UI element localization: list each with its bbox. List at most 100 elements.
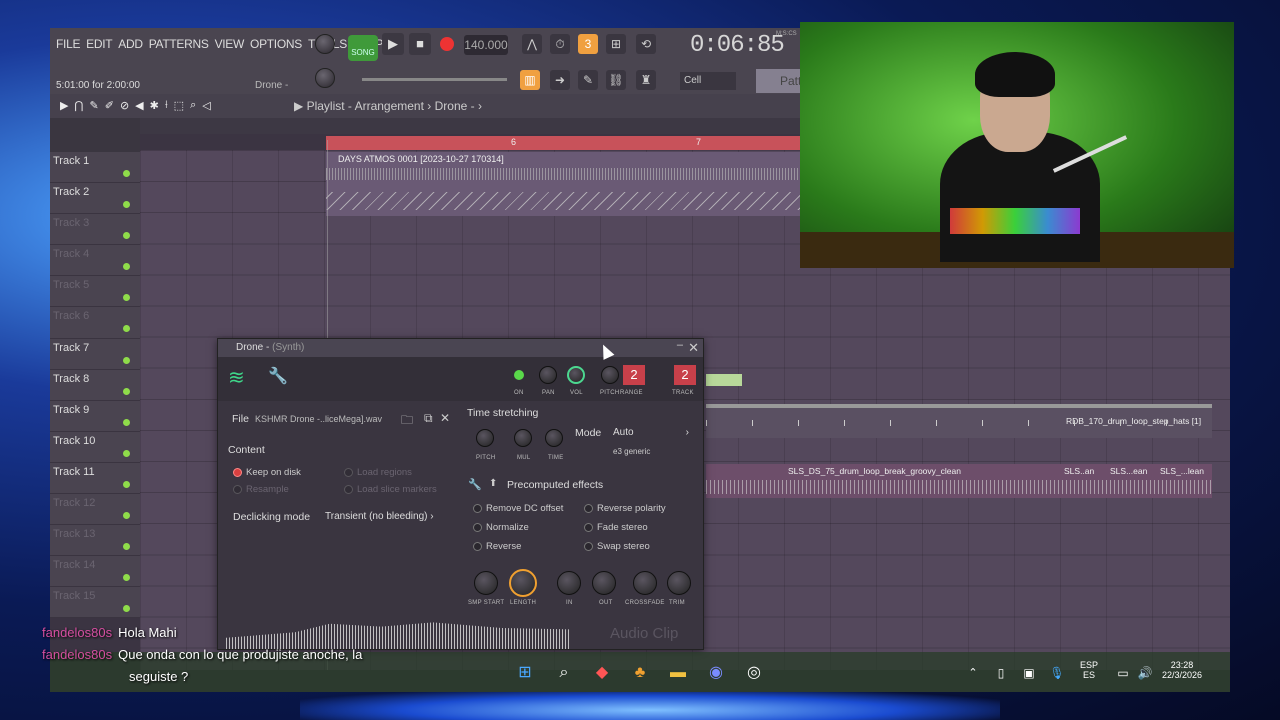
- ts-time-knob[interactable]: [545, 429, 563, 447]
- track-led-icon[interactable]: [123, 263, 130, 271]
- keep-on-disk-radio[interactable]: [233, 468, 242, 477]
- track-led-icon[interactable]: [123, 512, 130, 520]
- brush-icon[interactable]: ✎: [578, 70, 598, 90]
- metronome-icon[interactable]: ⋀: [522, 34, 542, 54]
- arrow-icon[interactable]: ➜: [550, 70, 570, 90]
- normalize-radio[interactable]: [473, 523, 482, 532]
- tempo-display[interactable]: 140.000: [464, 35, 508, 55]
- channel-settings-window[interactable]: Drone - (Synth) – ✕ ≋ 🔧 2 2 ON PAN VOL P…: [217, 338, 704, 650]
- slice-icon[interactable]: ⟊: [165, 99, 168, 112]
- volume-knob[interactable]: [567, 366, 585, 384]
- track-header[interactable]: Track 5: [50, 276, 140, 308]
- menu-patterns[interactable]: PATTERNS: [149, 37, 209, 51]
- audio-clip-days-atmos[interactable]: DAYS ATMOS 0001 [2023-10-27 170314]: [326, 152, 810, 216]
- length-knob[interactable]: [509, 569, 537, 597]
- snap-select[interactable]: Cell: [680, 72, 736, 90]
- load-slice-radio[interactable]: [344, 485, 353, 494]
- declicking-select[interactable]: Transient (no bleeding) ›: [325, 511, 434, 522]
- menu-edit[interactable]: EDIT: [86, 37, 112, 51]
- range-value[interactable]: 2: [623, 365, 645, 385]
- track-led-icon[interactable]: [123, 325, 130, 333]
- folder-icon[interactable]: 🗀: [401, 411, 413, 432]
- wrench-fx-icon[interactable]: 🔧: [468, 478, 482, 491]
- paint-icon[interactable]: ✐: [105, 99, 114, 112]
- play-button[interactable]: ▶: [382, 33, 404, 55]
- audio-clip-hats[interactable]: RDB_170_drum_loop_step_hats [1]: [706, 408, 1212, 438]
- lock-icon[interactable]: ⬆: [489, 478, 497, 489]
- mic-icon[interactable]: 🎙: [1046, 662, 1068, 684]
- reverse-radio[interactable]: [473, 542, 482, 551]
- minimize-icon[interactable]: –: [677, 339, 683, 351]
- wrench-icon[interactable]: 🔧: [268, 366, 288, 386]
- track-led-icon[interactable]: [123, 543, 130, 551]
- detach-icon[interactable]: ⧉: [424, 411, 433, 426]
- obs-icon[interactable]: ◎: [743, 662, 765, 684]
- track-led-icon[interactable]: [123, 418, 130, 426]
- track-header[interactable]: Track 6: [50, 307, 140, 339]
- channel-on-button[interactable]: [514, 370, 524, 380]
- track-header[interactable]: Track 1: [50, 152, 140, 184]
- in-knob[interactable]: [557, 571, 581, 595]
- plugin-icon[interactable]: ♜: [636, 70, 656, 90]
- track-header[interactable]: Track 4: [50, 245, 140, 277]
- usb-icon[interactable]: ▯: [990, 662, 1012, 684]
- out-knob[interactable]: [592, 571, 616, 595]
- delete-icon[interactable]: ⊘: [120, 99, 129, 112]
- track-header[interactable]: Track 13: [50, 525, 140, 557]
- time-display[interactable]: 0:06:85: [690, 32, 785, 59]
- swap-stereo-radio[interactable]: [584, 542, 593, 551]
- stop-button[interactable]: ■: [409, 33, 431, 55]
- master-pitch-slider[interactable]: [362, 78, 507, 81]
- discord-icon[interactable]: ◉: [705, 662, 727, 684]
- step-edit-icon[interactable]: ⊞: [606, 34, 626, 54]
- track-header[interactable]: Track 11: [50, 462, 140, 495]
- resample-radio[interactable]: [233, 485, 242, 494]
- file-explorer-icon[interactable]: ▬: [667, 662, 689, 684]
- smp-start-knob[interactable]: [474, 571, 498, 595]
- master-volume-knob[interactable]: [315, 34, 335, 54]
- tray-chevron-icon[interactable]: ⌃: [962, 662, 984, 684]
- track-led-icon[interactable]: [123, 232, 130, 240]
- song-mode-button[interactable]: SONG: [348, 35, 378, 61]
- network-app-icon[interactable]: ▣: [1018, 662, 1040, 684]
- waveform-icon[interactable]: ≋: [228, 365, 245, 390]
- remove-dc-radio[interactable]: [473, 504, 482, 513]
- menu-file[interactable]: FILE: [56, 37, 80, 51]
- menu-options[interactable]: OPTIONS: [250, 37, 302, 51]
- start-icon[interactable]: ⊞: [514, 662, 536, 684]
- loop-record-icon[interactable]: ⟲: [636, 34, 656, 54]
- track-led-icon[interactable]: [123, 294, 130, 302]
- track-header[interactable]: Track 3: [50, 214, 140, 246]
- crossfade-knob[interactable]: [633, 571, 657, 595]
- countdown-icon[interactable]: 3: [578, 34, 598, 54]
- magnet-icon[interactable]: ⋂: [74, 99, 83, 112]
- load-regions-radio[interactable]: [344, 468, 353, 477]
- timeline-ruler[interactable]: 6 7: [326, 136, 810, 150]
- ts-pitch-knob[interactable]: [476, 429, 494, 447]
- track-header[interactable]: Track 2: [50, 183, 140, 215]
- link-icon[interactable]: ⛓: [606, 70, 626, 90]
- track-led-icon[interactable]: [123, 449, 130, 457]
- file-name[interactable]: KSHMR Drone -..liceMega].wav: [255, 414, 382, 424]
- search-icon[interactable]: ⌕: [553, 662, 575, 684]
- pitch-knob[interactable]: [601, 366, 619, 384]
- close-icon[interactable]: ✕: [688, 340, 699, 356]
- playback-icon[interactable]: ◁: [202, 99, 210, 112]
- brave-icon[interactable]: ◆: [591, 662, 613, 684]
- mode-select[interactable]: Auto ›: [613, 427, 689, 438]
- track-header[interactable]: Track 9: [50, 400, 140, 432]
- remove-file-icon[interactable]: ✕: [440, 411, 450, 425]
- track-header[interactable]: Track 12: [50, 494, 140, 526]
- clock[interactable]: 23:28 22/3/2026: [1162, 660, 1202, 680]
- record-button[interactable]: [440, 37, 454, 51]
- select-icon[interactable]: ⬚: [174, 99, 184, 112]
- pencil-icon[interactable]: ✎: [90, 99, 99, 112]
- plugin-titlebar[interactable]: Drone - (Synth) – ✕: [218, 339, 703, 357]
- master-pitch-knob[interactable]: [315, 68, 335, 88]
- track-header[interactable]: Track 7: [50, 338, 140, 370]
- fade-stereo-radio[interactable]: [584, 523, 593, 532]
- ts-mul-knob[interactable]: [514, 429, 532, 447]
- track-value[interactable]: 2: [674, 365, 696, 385]
- audio-clip-drum-loop[interactable]: SLS_DS_75_drum_loop_break_groovy_clean S…: [706, 464, 1212, 498]
- track-led-icon[interactable]: [123, 170, 130, 177]
